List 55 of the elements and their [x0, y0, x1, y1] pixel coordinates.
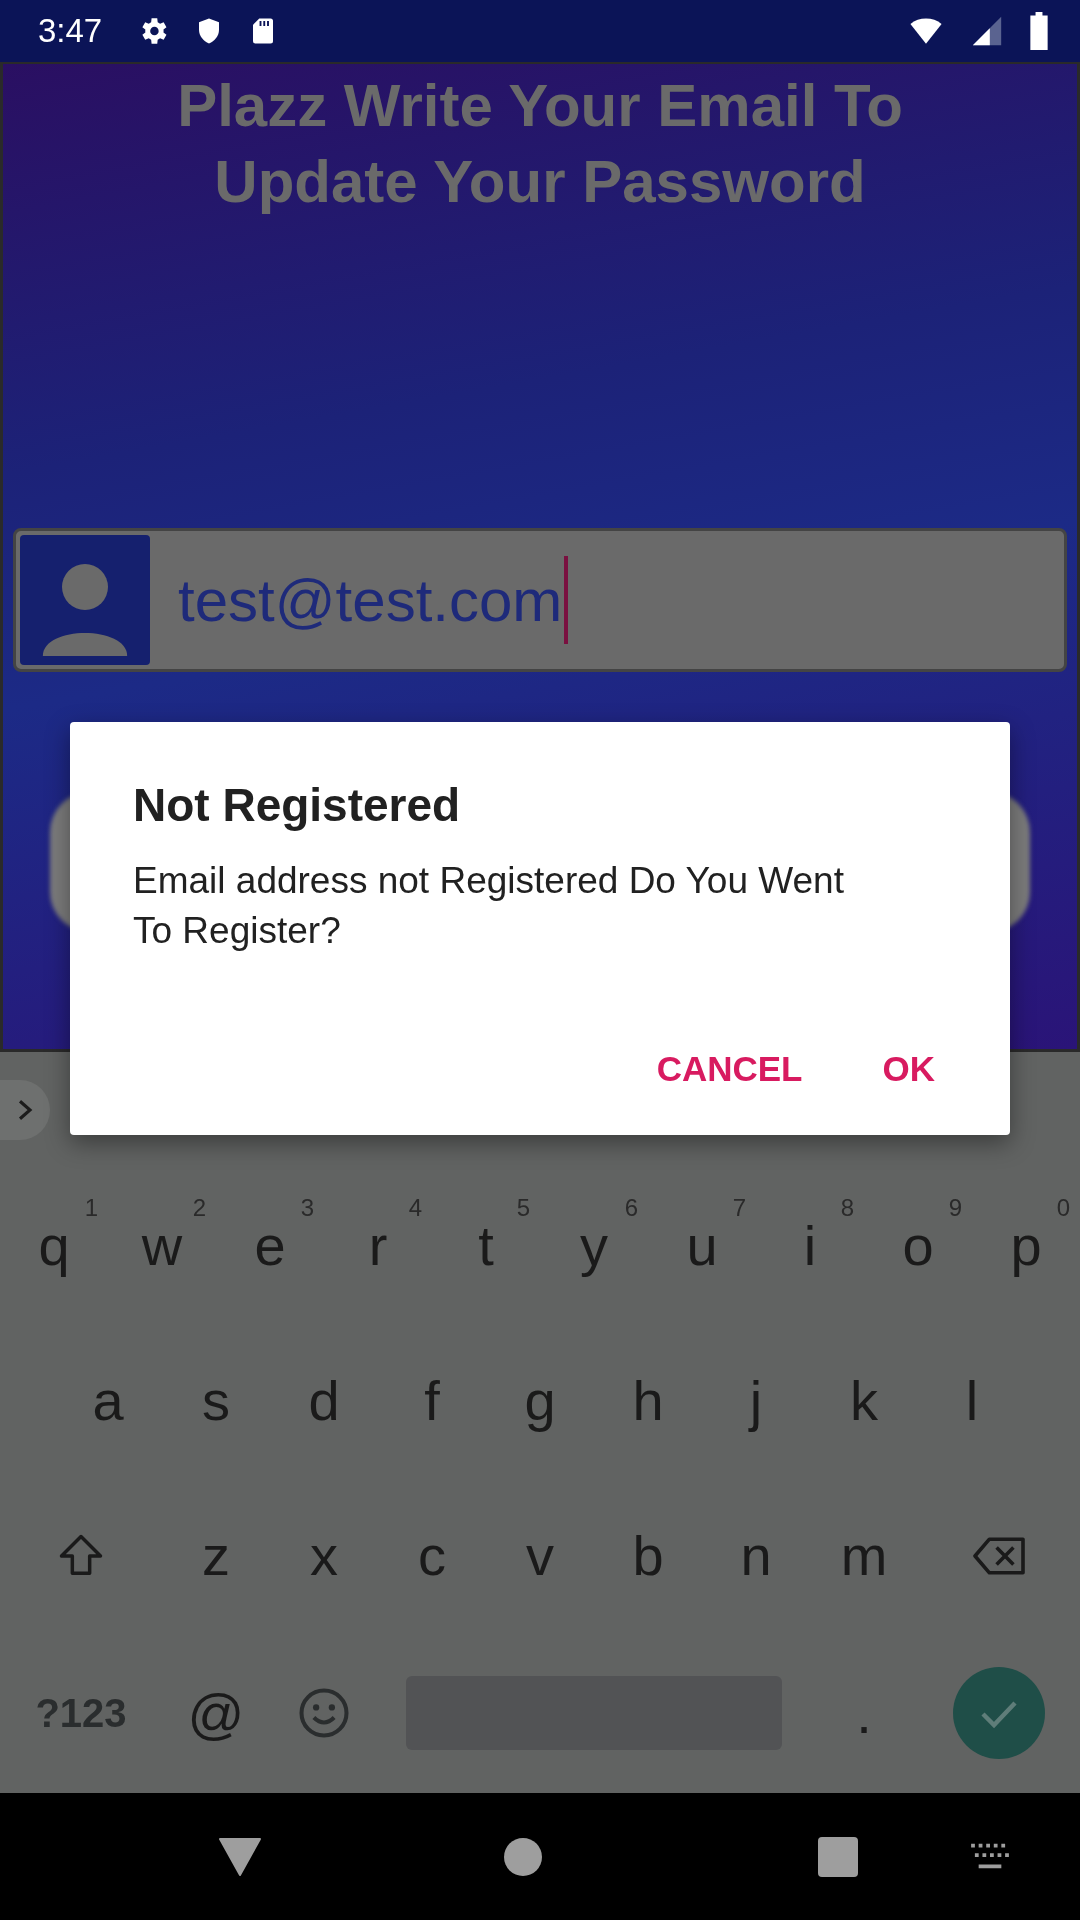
key-hint: 2 — [192, 1194, 206, 1222]
key-hint: 5 — [516, 1194, 530, 1222]
keyboard-key[interactable]: v — [486, 1478, 594, 1633]
dialog-button[interactable]: OK — [870, 1039, 947, 1099]
expand-button[interactable] — [0, 1080, 50, 1140]
keyboard-key[interactable]: m — [810, 1478, 918, 1633]
smiley-icon — [297, 1686, 351, 1740]
keyboard-key[interactable]: @ — [162, 1633, 270, 1793]
status-time: 3:47 — [38, 12, 103, 50]
key-hint: 3 — [300, 1194, 314, 1222]
keyboard-key[interactable]: k — [810, 1323, 918, 1478]
key-hint: 1 — [84, 1194, 98, 1222]
keyboard-key[interactable]: a — [54, 1323, 162, 1478]
dialog-title: Not Registered — [133, 778, 462, 832]
keyboard-key[interactable]: l — [918, 1323, 1026, 1478]
email-field[interactable]: test@test.com — [13, 528, 1067, 672]
keyboard-key[interactable]: h — [594, 1323, 702, 1478]
keyboard-key[interactable]: y 6 — [540, 1168, 648, 1323]
keyboard-key[interactable]: q 1 — [0, 1168, 108, 1323]
keyboard-key[interactable]: u 7 — [648, 1168, 756, 1323]
keyboard-key[interactable]: x — [270, 1478, 378, 1633]
keyboard-key[interactable]: e 3 — [216, 1168, 324, 1323]
email-value: test@test.com — [178, 565, 563, 635]
key-hint: 7 — [732, 1194, 746, 1222]
keyboard-key[interactable]: g — [486, 1323, 594, 1478]
recents-icon[interactable] — [818, 1836, 858, 1877]
keyboard-key[interactable]: i 8 — [756, 1168, 864, 1323]
battery-icon — [1028, 12, 1050, 50]
key-hint: 6 — [624, 1194, 638, 1222]
page-title: Plazz Write Your Email To Update Your Password — [176, 71, 904, 217]
keyboard-key[interactable]: c — [378, 1478, 486, 1633]
person-icon — [20, 535, 150, 665]
dialog-message: Email address not Registered Do You Went To Register? — [133, 859, 845, 953]
keyboard-key[interactable]: b — [594, 1478, 702, 1633]
keyboard-key[interactable]: n — [702, 1478, 810, 1633]
keyboard-key[interactable]: w 2 — [108, 1168, 216, 1323]
keyboard-key[interactable]: p 0 — [972, 1168, 1080, 1323]
signal-icon — [970, 14, 1004, 48]
keyboard-key[interactable]: j — [702, 1323, 810, 1478]
keyboard-key[interactable]: s — [162, 1323, 270, 1478]
key-hint: 0 — [1056, 1194, 1070, 1222]
keyboard-key[interactable]: r 4 — [324, 1168, 432, 1323]
home-icon[interactable] — [504, 1837, 542, 1876]
keyboard-key[interactable]: f — [378, 1323, 486, 1478]
dialog-button[interactable]: CANCEL — [644, 1039, 815, 1099]
keyboard-key[interactable]: . — [810, 1633, 918, 1793]
key-hint: 9 — [948, 1194, 962, 1222]
symbols-key[interactable]: ?123 — [0, 1633, 162, 1793]
key-hint: 8 — [840, 1194, 854, 1222]
keyboard-key[interactable]: z — [162, 1478, 270, 1633]
key-hint: 4 — [408, 1194, 422, 1222]
keyboard-key[interactable]: o 9 — [864, 1168, 972, 1323]
back-icon[interactable] — [218, 1836, 262, 1877]
keyboard-key[interactable]: d — [270, 1323, 378, 1478]
keyboard-key[interactable]: t 5 — [432, 1168, 540, 1323]
